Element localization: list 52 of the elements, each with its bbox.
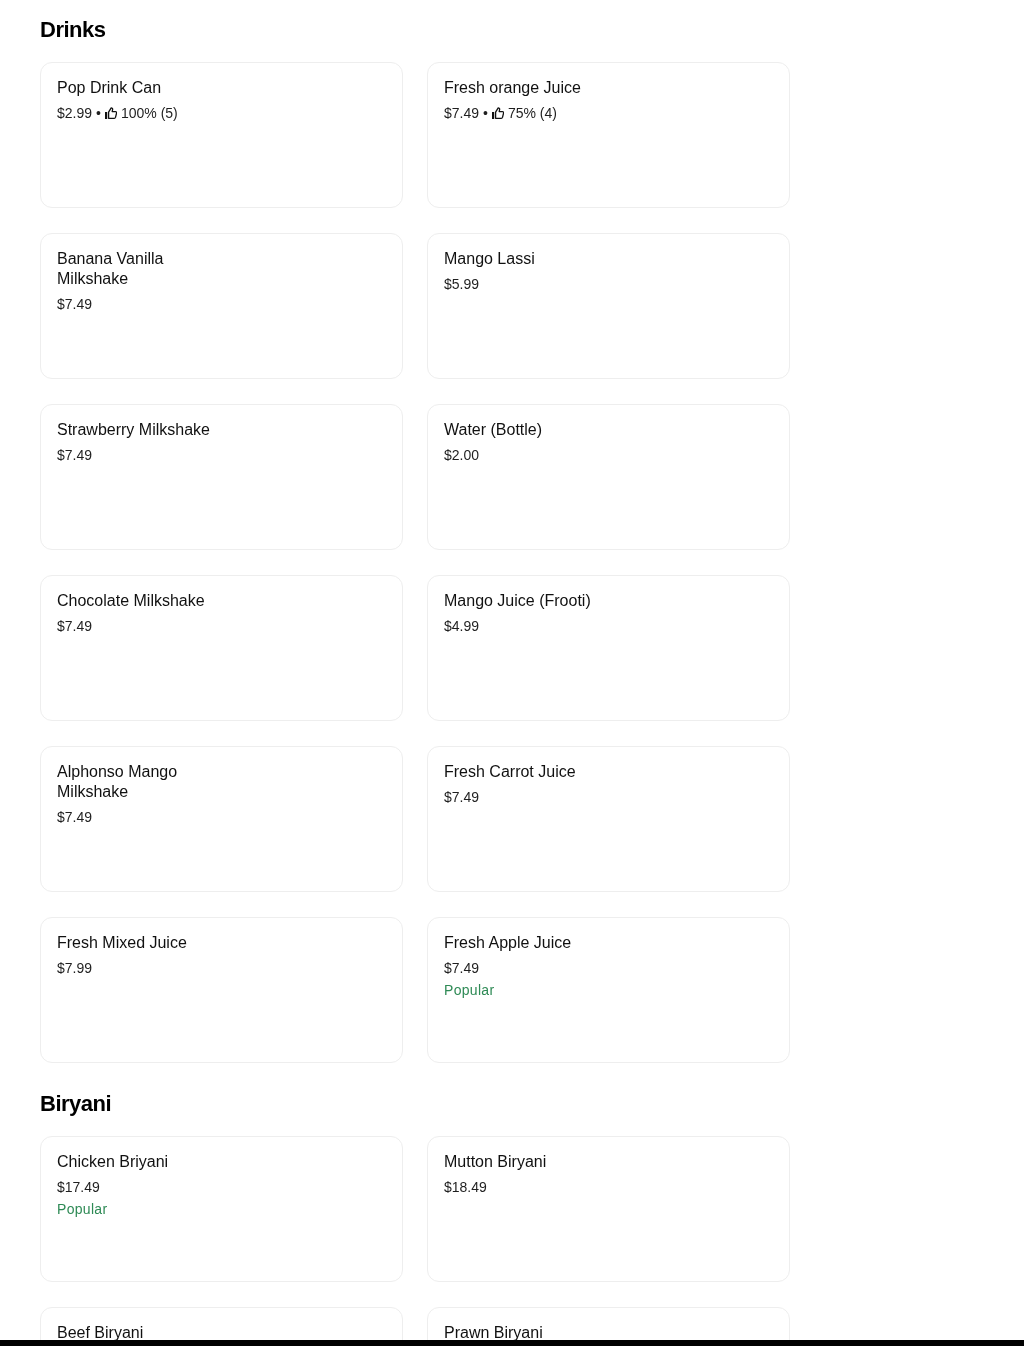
popular-label: Popular — [57, 1200, 108, 1219]
menu-item-card[interactable]: Fresh Apple Juice $7.49 Popular — [427, 917, 790, 1063]
item-name: Water (Bottle) — [444, 420, 543, 440]
item-price: $7.49 — [57, 446, 93, 465]
item-name: Alphonso Mango Milkshake — [57, 762, 179, 802]
separator-dot: • — [483, 104, 488, 123]
item-name: Mango Juice (Frooti) — [444, 591, 591, 611]
item-name: Fresh Apple Juice — [444, 933, 572, 953]
item-name: Fresh Mixed Juice — [57, 933, 187, 953]
item-price: $17.49 — [57, 1178, 100, 1197]
menu-item-card[interactable]: Pop Drink Can $2.99 • 100% (5) — [40, 62, 403, 208]
item-name: Strawberry Milkshake — [57, 420, 210, 440]
item-price: $7.49 — [444, 104, 480, 123]
item-name: Banana Vanilla Milkshake — [57, 249, 165, 289]
item-price: $7.49 — [57, 808, 93, 827]
item-name: Mutton Biryani — [444, 1152, 547, 1172]
item-price: $7.49 — [57, 617, 93, 636]
item-name: Fresh Carrot Juice — [444, 762, 576, 782]
menu-item-card[interactable]: Mango Lassi $5.99 — [427, 233, 790, 379]
menu-item-card[interactable]: Banana Vanilla Milkshake $7.49 — [40, 233, 403, 379]
rating-text: 75% (4) — [507, 104, 557, 123]
rating-text: 100% (5) — [120, 104, 178, 123]
item-price: $7.49 — [444, 788, 480, 807]
menu-item-card[interactable]: Mutton Biryani $18.49 — [427, 1136, 790, 1282]
thumbs-up-icon — [491, 107, 504, 119]
menu-item-card[interactable]: Mango Juice (Frooti) $4.99 — [427, 575, 790, 721]
menu-item-card[interactable]: Fresh Carrot Juice $7.49 — [427, 746, 790, 892]
menu-item-card[interactable]: Strawberry Milkshake $7.49 — [40, 404, 403, 550]
menu-item-card[interactable]: Chicken Briyani $17.49 Popular — [40, 1136, 403, 1282]
section-heading: Drinks — [40, 16, 106, 44]
item-price: $7.49 — [444, 959, 480, 978]
section-heading: Biryani — [40, 1090, 112, 1118]
item-price: $2.00 — [444, 446, 480, 465]
item-price: $5.99 — [444, 275, 480, 294]
item-name: Pop Drink Can — [57, 78, 162, 98]
thumbs-up-icon — [104, 107, 117, 119]
menu-item-card[interactable]: Water (Bottle) $2.00 — [427, 404, 790, 550]
separator-dot: • — [96, 104, 101, 123]
item-name: Chocolate Milkshake — [57, 591, 205, 611]
item-name: Mango Lassi — [444, 249, 535, 269]
item-price: $2.99 — [57, 104, 93, 123]
item-name: Chicken Briyani — [57, 1152, 169, 1172]
popular-label: Popular — [444, 981, 495, 1000]
item-name: Fresh orange Juice — [444, 78, 581, 98]
menu-item-card[interactable]: Fresh Mixed Juice $7.99 — [40, 917, 403, 1063]
item-price: $18.49 — [444, 1178, 487, 1197]
item-price: $7.49 — [57, 295, 93, 314]
item-price: $7.99 — [57, 959, 93, 978]
item-price: $4.99 — [444, 617, 480, 636]
menu-item-card[interactable]: Chocolate Milkshake $7.49 — [40, 575, 403, 721]
menu-item-card[interactable]: Fresh orange Juice $7.49 • 75% (4) — [427, 62, 790, 208]
menu-item-card[interactable]: Alphonso Mango Milkshake $7.49 — [40, 746, 403, 892]
